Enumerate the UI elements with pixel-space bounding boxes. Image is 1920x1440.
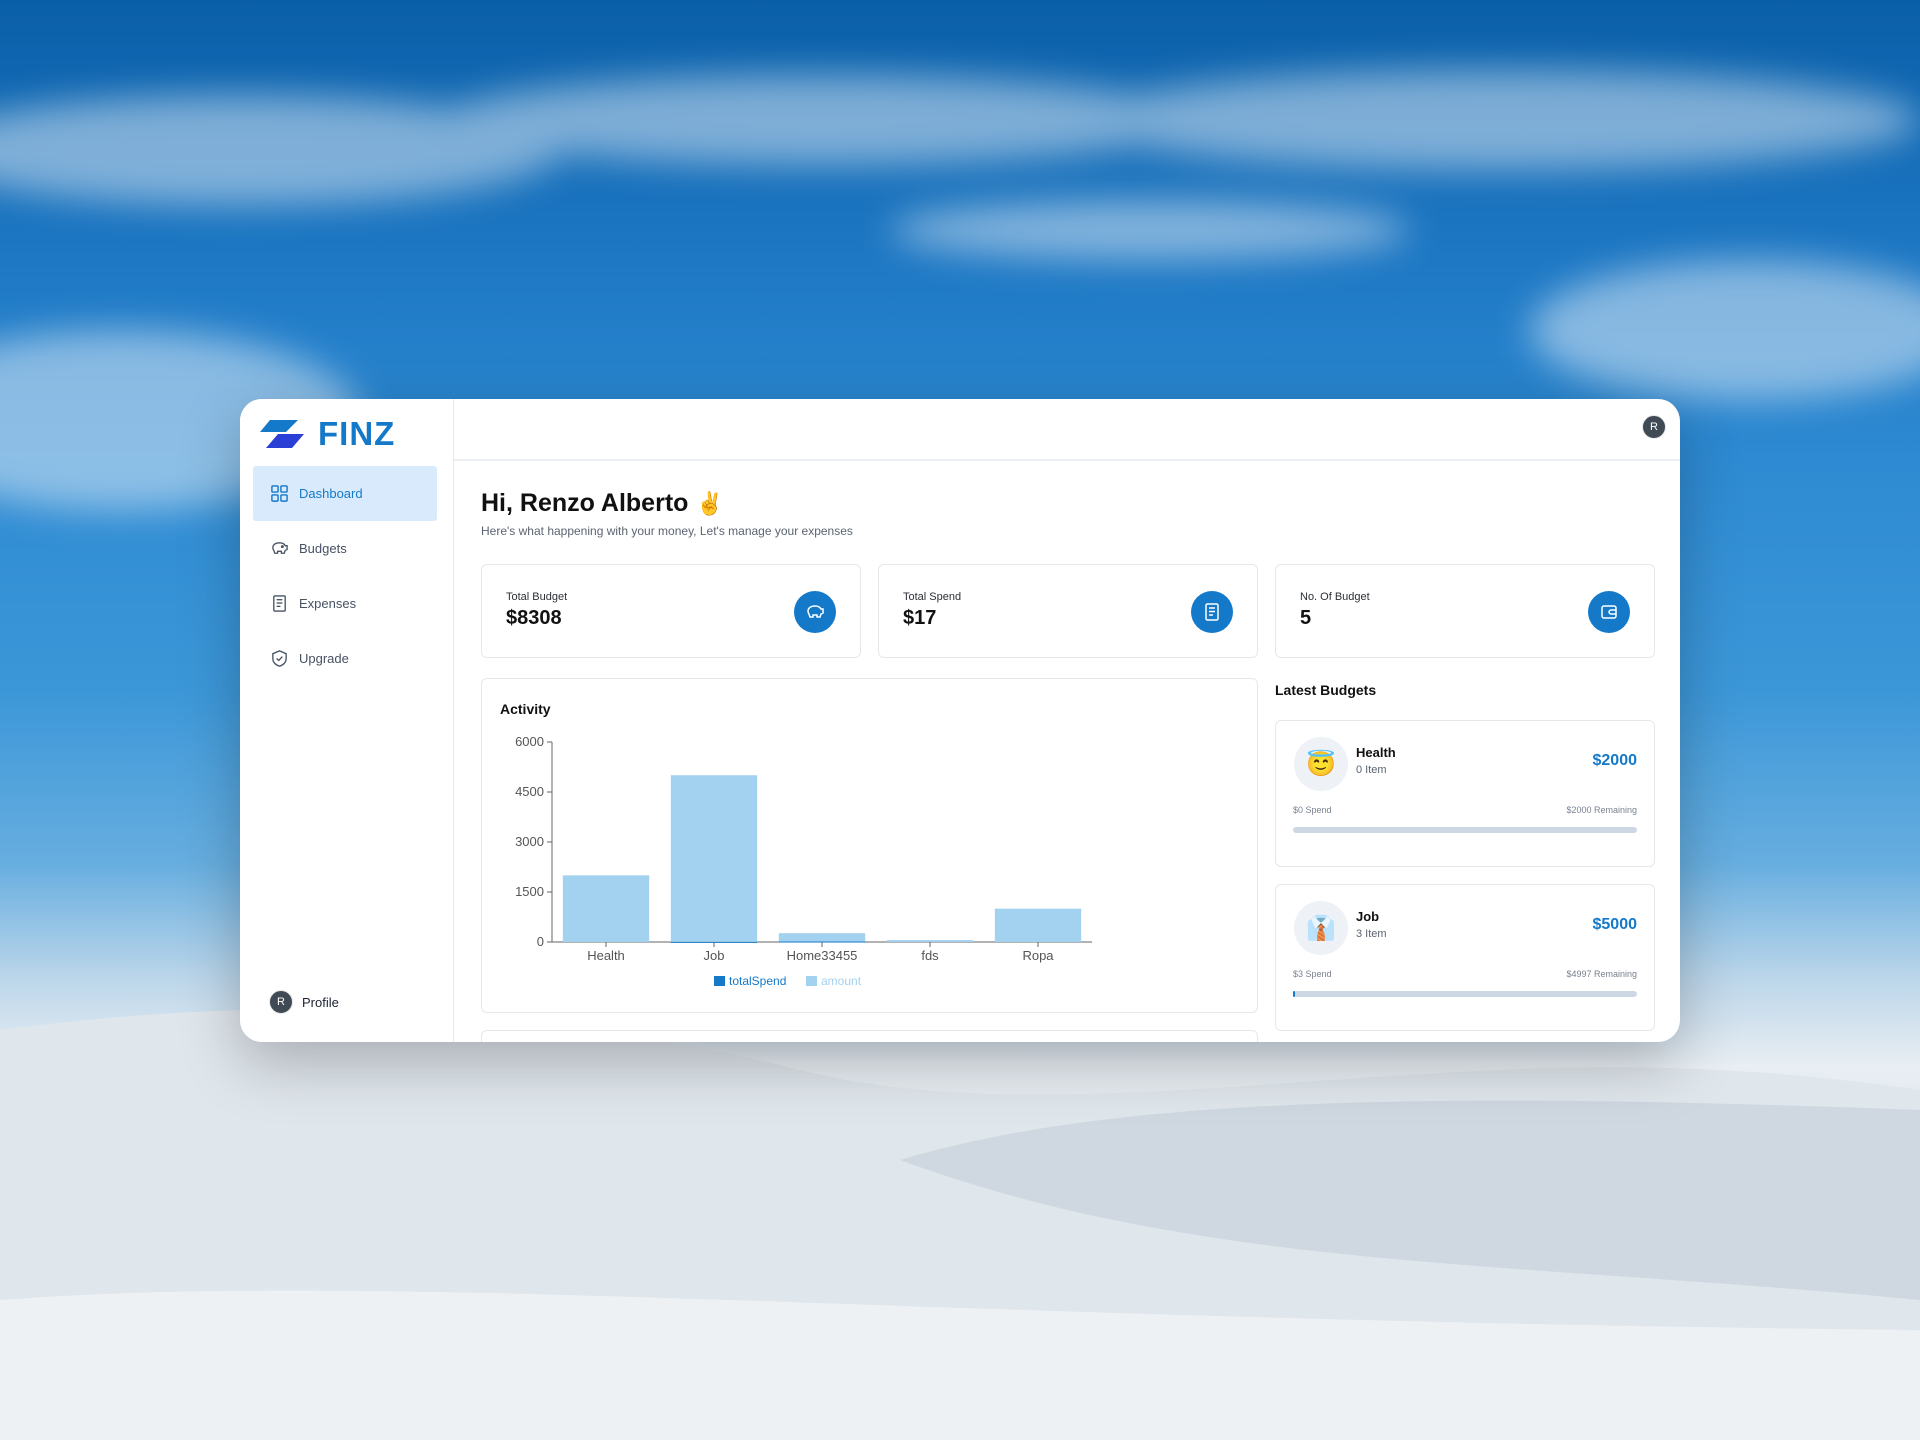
budget-amount: $5000: [1592, 916, 1638, 933]
sidebar-item-label: Dashboard: [299, 486, 363, 501]
legend-label-totalSpend: totalSpend: [729, 974, 786, 988]
sidebar: FINZ Dashboard Budgets Expenses Upgrade …: [240, 399, 454, 1042]
stat-value: 5: [1300, 607, 1312, 629]
shield-check-icon: [272, 650, 287, 667]
x-tick-label: Health: [587, 948, 625, 963]
piggy-bank-icon: [794, 591, 836, 633]
page-title: Hi, Renzo Alberto ✌️: [481, 489, 724, 518]
profile-label: Profile: [302, 994, 339, 1010]
budget-spend: $3 Spend: [1293, 969, 1332, 979]
finz-logo-icon: [260, 420, 304, 448]
y-tick-label: 0: [537, 934, 544, 949]
page-subtitle: Here's what happening with your money, L…: [481, 524, 853, 538]
y-tick-label: 3000: [515, 834, 544, 849]
stat-value: $8308: [506, 607, 562, 629]
legend-swatch-totalSpend: [714, 976, 725, 986]
x-tick-label: Job: [704, 948, 725, 963]
budget-progress-bar: [1293, 827, 1637, 833]
stat-card-total-spend: Total Spend $17: [878, 564, 1258, 658]
wallet-icon: [1588, 591, 1630, 633]
sidebar-item-dashboard[interactable]: Dashboard: [253, 466, 437, 521]
budget-amount: $2000: [1592, 752, 1638, 769]
stat-label: Total Spend: [903, 591, 962, 603]
x-tick-label: Home33455: [787, 948, 858, 963]
necktie-emoji-icon: 👔: [1294, 901, 1348, 955]
y-tick-label: 6000: [515, 734, 544, 749]
legend-label-amount: amount: [821, 974, 862, 988]
y-tick-label: 1500: [515, 884, 544, 899]
piggy-bank-icon: [272, 542, 288, 554]
budget-progress-fill: [1293, 991, 1296, 997]
bar-amount-Job: [670, 775, 758, 942]
activity-card-2: [481, 1030, 1258, 1042]
profile-link[interactable]: R Profile: [269, 990, 339, 1014]
budget-name: Job: [1356, 909, 1380, 924]
stat-card-budget-count: No. Of Budget 5: [1275, 564, 1655, 658]
bar-amount-Ropa: [994, 908, 1082, 942]
stat-card-total-budget: Total Budget $8308: [481, 564, 861, 658]
bar-amount-Health: [562, 875, 650, 942]
avatar: R: [269, 990, 293, 1014]
bar-amount-fds: [886, 940, 974, 942]
budget-progress-bar: [1293, 991, 1637, 997]
app-window: FINZ Dashboard Budgets Expenses Upgrade …: [240, 399, 1680, 1042]
angel-emoji-icon: 😇: [1294, 737, 1348, 791]
legend-swatch-amount: [806, 976, 817, 986]
sidebar-item-budgets[interactable]: Budgets: [253, 521, 437, 576]
sidebar-item-label: Expenses: [299, 596, 357, 611]
stat-value: $17: [903, 607, 937, 629]
sidebar-item-upgrade[interactable]: Upgrade: [253, 631, 437, 686]
x-tick-label: Ropa: [1022, 948, 1054, 963]
receipt-icon: [273, 595, 286, 612]
greeting-text: Hi, Renzo Alberto: [481, 489, 689, 517]
bar-amount-Home33455: [778, 933, 866, 942]
budget-spend: $0 Spend: [1293, 805, 1332, 815]
budget-name: Health: [1356, 745, 1396, 760]
user-avatar-button[interactable]: R: [1642, 415, 1666, 439]
budget-card-health[interactable]: 😇 Health 0 Item $2000 $0 Spend $2000 Rem…: [1275, 720, 1655, 867]
x-tick-label: fds: [921, 948, 939, 963]
activity-bar-chart: 0 1500 3000 4500 6000 Health Job Home33455 fds Ro…: [515, 734, 1092, 988]
sidebar-item-expenses[interactable]: Expenses: [253, 576, 437, 631]
app-name: FINZ: [318, 415, 396, 452]
budget-remaining: $2000 Remaining: [1566, 805, 1637, 815]
budget-remaining: $4997 Remaining: [1566, 969, 1637, 979]
y-tick-label: 4500: [515, 784, 544, 799]
receipt-icon: [1191, 591, 1233, 633]
sidebar-item-label: Upgrade: [299, 651, 349, 666]
sidebar-nav: Dashboard Budgets Expenses Upgrade: [253, 466, 437, 686]
budget-card-job[interactable]: 👔 Job 3 Item $5000 $3 Spend $4997 Remain…: [1275, 884, 1655, 1031]
app-logo[interactable]: FINZ: [260, 414, 395, 454]
victory-hand-emoji: ✌️: [696, 490, 724, 516]
budget-item-count: 0 Item: [1356, 764, 1387, 776]
budget-item-count: 3 Item: [1356, 928, 1387, 940]
top-bar: R: [454, 399, 1680, 461]
grid-icon: [271, 485, 288, 502]
stat-label: No. Of Budget: [1300, 591, 1370, 603]
activity-card: Activity 0 1500 3000 4500 6000 Health Job Home3…: [481, 678, 1258, 1013]
sidebar-item-label: Budgets: [299, 541, 347, 556]
latest-budgets-title: Latest Budgets: [1275, 682, 1377, 698]
stat-label: Total Budget: [506, 591, 568, 603]
